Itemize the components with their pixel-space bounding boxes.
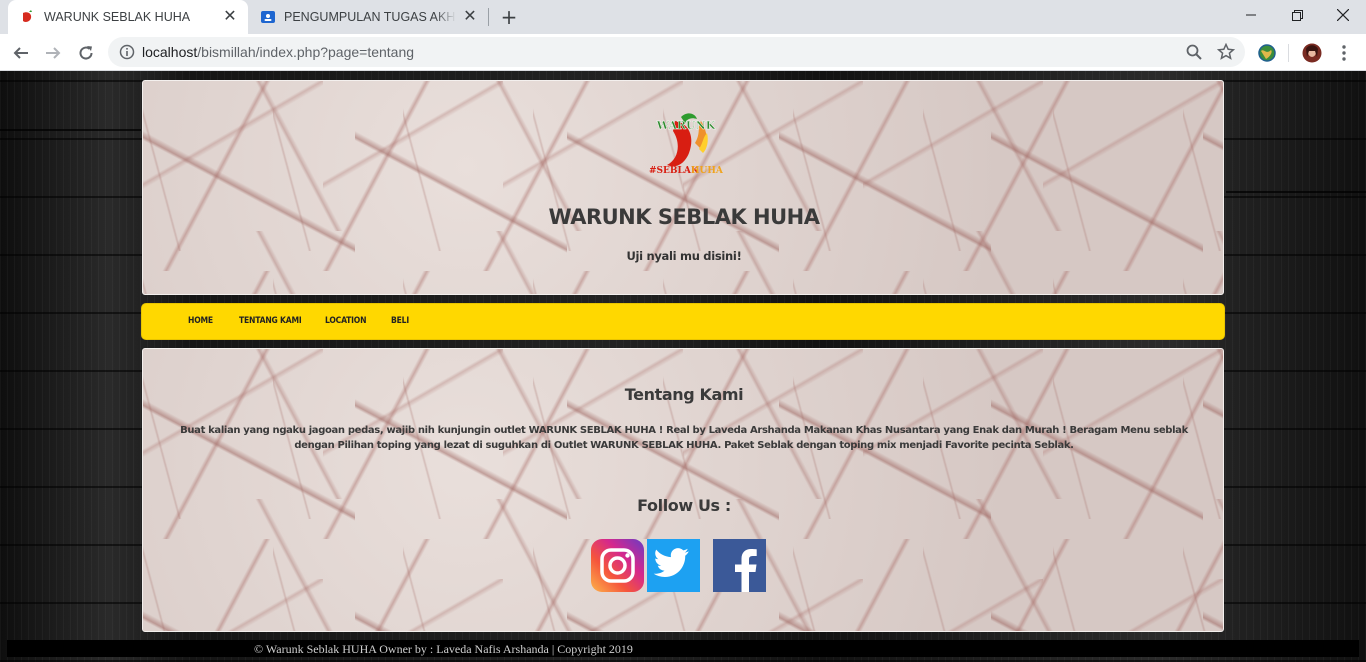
classroom-favicon-icon	[261, 11, 275, 23]
close-tab-icon[interactable]: ✕	[222, 9, 238, 25]
tab-pengumpulan-tugas[interactable]: PENGUMPULAN TUGAS AKHIR W ✕	[248, 0, 488, 34]
logo-text-warunk: WARUNK	[656, 119, 716, 132]
tab-title: PENGUMPULAN TUGAS AKHIR W	[284, 10, 456, 24]
zoom-icon[interactable]	[1185, 43, 1203, 61]
menu-kebab-icon[interactable]	[1334, 43, 1354, 63]
logo-text-huha: HUHA	[691, 166, 724, 176]
warunk-logo-icon: WARUNK #SEBLAK HUHA	[649, 113, 724, 176]
instagram-icon	[591, 539, 644, 592]
reload-icon[interactable]	[73, 40, 99, 66]
site-header: WARUNK #SEBLAK HUHA WARUNK SEBLAK HUHA U…	[142, 80, 1224, 295]
address-bar[interactable]: localhost/bismillah/index.php?page=tenta…	[108, 37, 1245, 67]
bookmark-star-icon[interactable]	[1217, 43, 1235, 61]
twitter-icon	[647, 539, 700, 592]
wood-plank-divider	[0, 129, 141, 131]
chili-favicon-icon	[23, 10, 32, 22]
nav-item-beli[interactable]: BELI	[391, 316, 409, 326]
content-paragraph: Buat kalian yang ngaku jagoan pedas, waj…	[180, 425, 1188, 451]
toolbar-divider	[1288, 44, 1289, 62]
info-icon[interactable]	[119, 44, 135, 60]
url-text[interactable]: localhost/bismillah/index.php?page=tenta…	[142, 44, 414, 60]
site-tagline: Uji nyali mu disini!	[626, 249, 742, 263]
close-tab-icon[interactable]: ✕	[462, 9, 478, 25]
instagram-link[interactable]	[591, 539, 644, 592]
site-title: WARUNK SEBLAK HUHA	[548, 205, 820, 229]
back-icon[interactable]	[8, 40, 34, 66]
tab-divider	[488, 8, 489, 26]
footer-copyright: © Warunk Seblak HUHA Owner by : Laveda N…	[254, 642, 633, 656]
site-footer: © Warunk Seblak HUHA Owner by : Laveda N…	[7, 640, 1359, 657]
nav-item-tentang-kami[interactable]: TENTANG KAMI	[239, 316, 302, 326]
browser-tab-strip: WARUNK SEBLAK HUHA ✕ PENGUMPULAN TUGAS A…	[0, 0, 1366, 34]
facebook-icon	[713, 539, 766, 592]
follow-us-heading: Follow Us :	[637, 496, 731, 515]
profile-avatar-icon[interactable]	[1302, 43, 1322, 63]
content-panel: Tentang Kami Buat kalian yang ngaku jago…	[142, 348, 1224, 632]
extension-globe-icon[interactable]	[1257, 43, 1277, 63]
restore-icon[interactable]	[1274, 0, 1320, 30]
wood-plank-divider	[1226, 191, 1366, 193]
browser-toolbar: localhost/bismillah/index.php?page=tenta…	[0, 34, 1366, 71]
minimize-icon[interactable]	[1228, 0, 1274, 30]
new-tab-icon[interactable]: +	[498, 6, 520, 28]
forward-icon[interactable]	[40, 40, 66, 66]
tab-warunk-seblak[interactable]: WARUNK SEBLAK HUHA ✕	[8, 0, 248, 34]
nav-item-location[interactable]: LOCATION	[325, 316, 367, 326]
nav-item-home[interactable]: HOME	[188, 316, 213, 326]
main-navigation: HOME TENTANG KAMI LOCATION BELI	[141, 303, 1225, 340]
content-heading: Tentang Kami	[624, 385, 744, 404]
facebook-link[interactable]	[713, 539, 766, 592]
tab-title: WARUNK SEBLAK HUHA	[44, 10, 191, 24]
close-window-icon[interactable]	[1320, 0, 1366, 30]
twitter-link[interactable]	[647, 539, 700, 592]
page-background: WARUNK #SEBLAK HUHA WARUNK SEBLAK HUHA U…	[0, 71, 1366, 662]
